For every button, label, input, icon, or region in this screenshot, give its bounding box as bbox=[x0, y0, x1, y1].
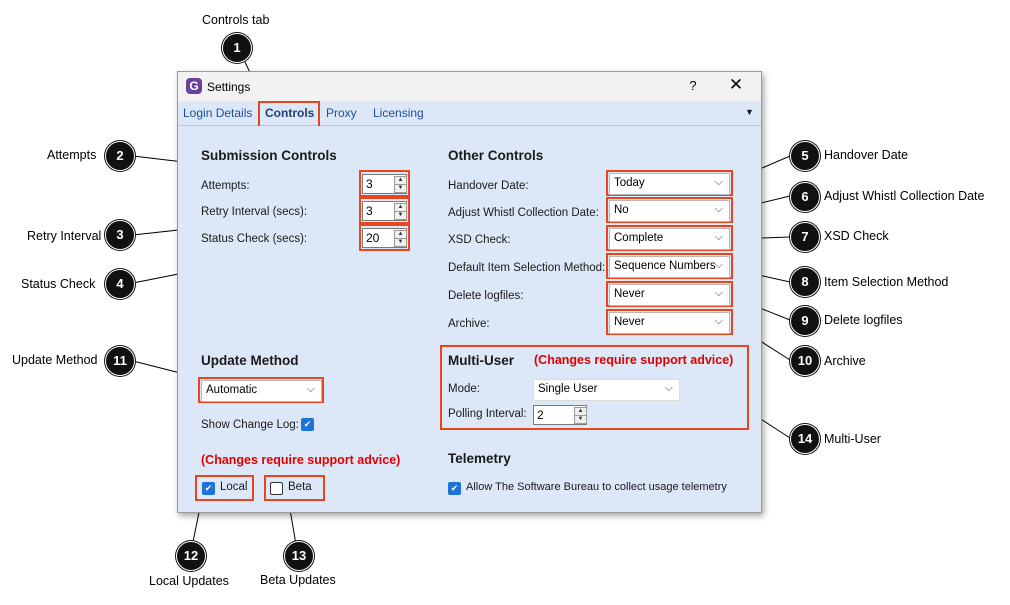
mode-select[interactable]: Single User ⌵ bbox=[533, 379, 680, 401]
callout-badge-4: 4 bbox=[105, 269, 135, 299]
other-controls-title: Other Controls bbox=[448, 148, 544, 163]
telemetry-title: Telemetry bbox=[448, 451, 511, 466]
polling-interval-label: Polling Interval: bbox=[448, 408, 527, 420]
callout-label-6: Adjust Whistl Collection Date bbox=[824, 189, 985, 203]
tab-licensing[interactable]: Licensing bbox=[373, 106, 424, 120]
tab-bar: Login Details Controls Proxy Licensing ▼ bbox=[178, 101, 761, 128]
chevron-down-icon: ⌵ bbox=[714, 259, 723, 271]
attempts-stepper[interactable]: 3 ▲ ▼ bbox=[362, 174, 407, 194]
checkmark-icon: ✔ bbox=[450, 483, 459, 493]
callout-label-2: Attempts bbox=[47, 148, 97, 162]
multi-user-support-note: (Changes require support advice) bbox=[534, 353, 734, 367]
stepper-down-icon[interactable]: ▼ bbox=[394, 184, 407, 193]
callout-label-5: Handover Date bbox=[824, 148, 909, 162]
update-support-note: (Changes require support advice) bbox=[201, 453, 401, 467]
chevron-down-icon: ⌵ bbox=[714, 203, 723, 215]
tab-login-details[interactable]: Login Details bbox=[183, 106, 252, 120]
callout-badge-9: 9 bbox=[790, 306, 820, 336]
polling-interval-stepper[interactable]: 2 ▲ ▼ bbox=[533, 405, 587, 425]
status-check-stepper[interactable]: 20 ▲ ▼ bbox=[362, 228, 407, 248]
beta-label: Beta bbox=[288, 481, 312, 493]
archive-select[interactable]: Never ⌵ bbox=[609, 312, 730, 334]
show-change-log-checkbox[interactable]: ✔ bbox=[301, 418, 314, 431]
local-label: Local bbox=[220, 481, 248, 493]
callout-label-1: Controls tab bbox=[202, 13, 270, 27]
callout-label-3: Retry Interval bbox=[27, 229, 102, 243]
stepper-down-icon[interactable]: ▼ bbox=[574, 415, 587, 424]
callout-label-9: Delete logfiles bbox=[824, 313, 903, 327]
tab-controls[interactable]: Controls bbox=[265, 106, 314, 120]
chevron-down-icon: ⌵ bbox=[306, 383, 315, 395]
whistl-date-select[interactable]: No ⌵ bbox=[609, 200, 730, 222]
chevron-down-icon: ⌵ bbox=[714, 176, 723, 188]
callout-badge-14: 14 bbox=[790, 424, 820, 454]
delete-logfiles-select[interactable]: Never ⌵ bbox=[609, 284, 730, 306]
chevron-down-icon: ⌵ bbox=[714, 315, 723, 327]
telemetry-checkbox[interactable]: ✔ bbox=[448, 482, 461, 495]
stepper-down-icon[interactable]: ▼ bbox=[394, 211, 407, 220]
callout-badge-12: 12 bbox=[176, 541, 206, 571]
callout-badge-2: 2 bbox=[105, 141, 135, 171]
app-logo-icon: G bbox=[186, 78, 202, 94]
chevron-down-icon: ⌵ bbox=[714, 231, 723, 243]
help-button[interactable]: ? bbox=[683, 78, 703, 93]
handover-date-label: Handover Date: bbox=[448, 180, 529, 192]
callout-label-11: Update Method bbox=[12, 353, 98, 367]
item-selection-select[interactable]: Sequence Numbers ⌵ bbox=[609, 256, 730, 278]
local-checkbox[interactable]: ✔ bbox=[202, 482, 215, 495]
retry-interval-label: Retry Interval (secs): bbox=[201, 206, 308, 218]
stepper-down-icon[interactable]: ▼ bbox=[394, 238, 407, 247]
chevron-down-icon: ⌵ bbox=[714, 287, 723, 299]
window-title: Settings bbox=[207, 80, 251, 94]
callout-badge-11: 11 bbox=[105, 346, 135, 376]
attempts-label: Attempts: bbox=[201, 180, 250, 192]
submission-controls-title: Submission Controls bbox=[201, 148, 337, 163]
xsd-check-select[interactable]: Complete ⌵ bbox=[609, 228, 730, 250]
mode-label: Mode: bbox=[448, 383, 480, 395]
status-check-label: Status Check (secs): bbox=[201, 233, 308, 245]
telemetry-label: Allow The Software Bureau to collect usa… bbox=[466, 481, 727, 493]
tab-proxy[interactable]: Proxy bbox=[326, 106, 357, 120]
settings-window: G Settings ? ✕ Login Details Controls Pr… bbox=[177, 71, 762, 513]
callout-label-8: Item Selection Method bbox=[824, 275, 949, 289]
callout-badge-8: 8 bbox=[790, 267, 820, 297]
delete-logfiles-label: Delete logfiles: bbox=[448, 290, 524, 302]
checkmark-icon: ✔ bbox=[204, 483, 213, 493]
checkmark-icon: ✔ bbox=[303, 419, 312, 429]
callout-badge-6: 6 bbox=[790, 182, 820, 212]
controls-panel: Submission Controls Attempts: 3 ▲ ▼ Retry… bbox=[178, 126, 761, 512]
multi-user-title: Multi-User bbox=[448, 353, 515, 368]
callout-badge-13: 13 bbox=[284, 541, 314, 571]
callout-label-10: Archive bbox=[824, 354, 866, 368]
item-selection-label: Default Item Selection Method: bbox=[448, 262, 606, 274]
retry-interval-stepper[interactable]: 3 ▲ ▼ bbox=[362, 201, 407, 221]
title-bar: G Settings ? ✕ bbox=[178, 72, 761, 101]
callout-badge-3: 3 bbox=[105, 220, 135, 250]
handover-date-select[interactable]: Today ⌵ bbox=[609, 173, 730, 195]
tab-overflow-menu[interactable]: ▼ bbox=[745, 107, 754, 117]
callout-badge-1: 1 bbox=[222, 33, 252, 63]
whistl-date-label: Adjust Whistl Collection Date: bbox=[448, 207, 599, 219]
callout-label-14: Multi-User bbox=[824, 432, 881, 446]
callout-badge-7: 7 bbox=[790, 222, 820, 252]
callout-badge-10: 10 bbox=[790, 346, 820, 376]
callout-label-7: XSD Check bbox=[824, 229, 889, 243]
callout-label-4: Status Check bbox=[21, 277, 96, 291]
update-method-select[interactable]: Automatic ⌵ bbox=[201, 380, 322, 402]
callout-label-13: Beta Updates bbox=[260, 573, 336, 587]
show-change-log-label: Show Change Log: bbox=[201, 419, 299, 431]
archive-label: Archive: bbox=[448, 318, 490, 330]
update-method-title: Update Method bbox=[201, 353, 299, 368]
chevron-down-icon: ⌵ bbox=[664, 382, 673, 394]
callout-label-12: Local Updates bbox=[149, 574, 229, 588]
close-button[interactable]: ✕ bbox=[726, 75, 746, 95]
beta-checkbox[interactable] bbox=[270, 482, 283, 495]
xsd-check-label: XSD Check: bbox=[448, 234, 511, 246]
callout-badge-5: 5 bbox=[790, 141, 820, 171]
